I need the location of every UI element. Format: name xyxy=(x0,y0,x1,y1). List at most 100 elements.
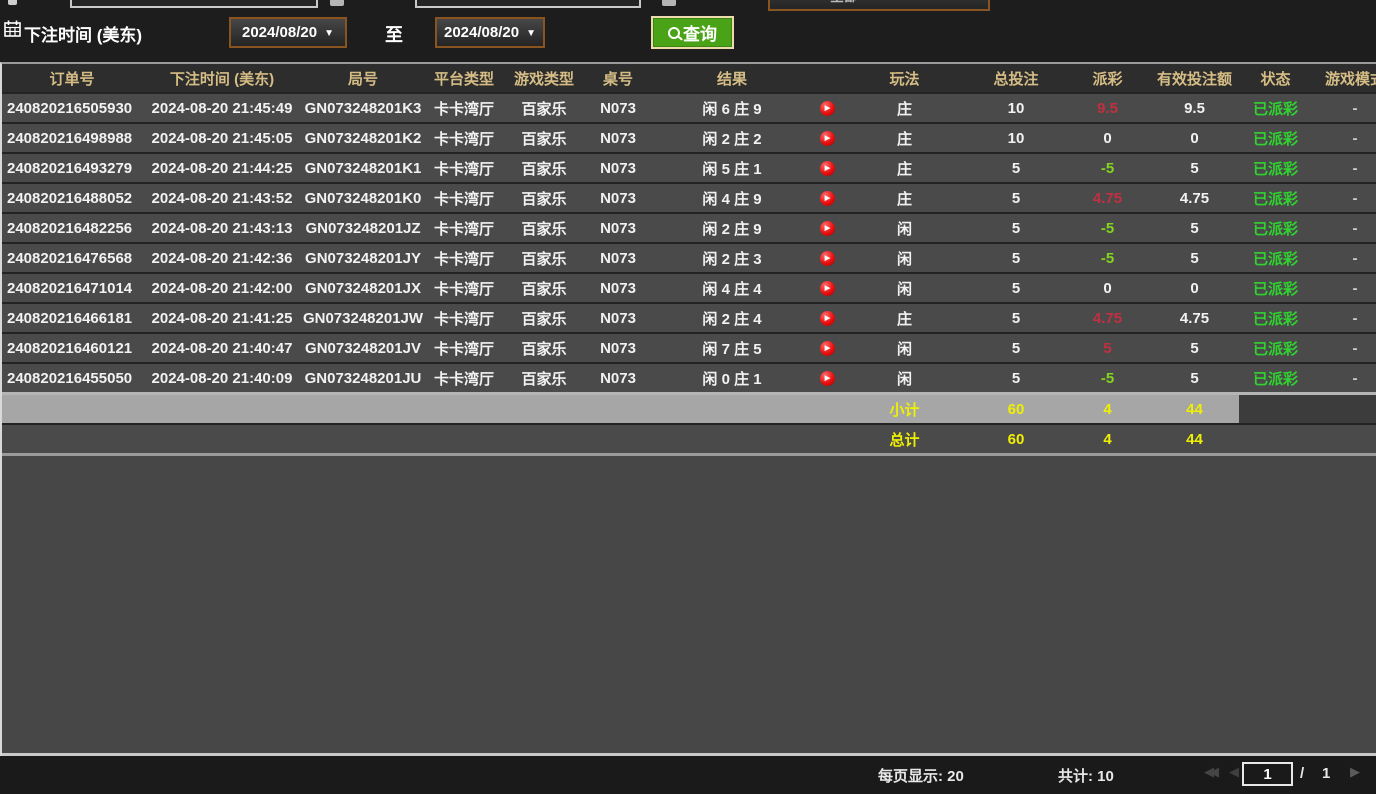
page-number-input[interactable] xyxy=(1242,762,1293,786)
bet-time: 2024-08-20 21:40:09 xyxy=(142,364,302,392)
play-video-icon[interactable]: ▶ xyxy=(820,101,835,116)
table-row: 2408202164880522024-08-20 21:43:52GN0732… xyxy=(2,182,1376,212)
query-button[interactable]: 查询 xyxy=(651,16,734,49)
subtotal-payout: 4 xyxy=(1065,395,1150,423)
col-header-spacer xyxy=(812,64,842,92)
prev-page-icon[interactable]: ◀ xyxy=(1229,764,1239,780)
result-text: 闲 4 庄 4 xyxy=(652,274,812,302)
order-number: 240820216460121 xyxy=(2,334,142,362)
date-to-select[interactable]: 2024/08/20 ▼ xyxy=(435,17,545,48)
result-play-cell: ▶ xyxy=(812,94,842,122)
valid-bet-amount: 4.75 xyxy=(1150,184,1239,212)
play-video-icon[interactable]: ▶ xyxy=(820,281,835,296)
bet-time: 2024-08-20 21:43:13 xyxy=(142,214,302,242)
col-header-game-type: 游戏类型 xyxy=(504,64,584,92)
payout-amount: -5 xyxy=(1065,214,1150,242)
chevron-down-icon: ▼ xyxy=(526,28,536,39)
platform-type: 卡卡湾厅 xyxy=(424,274,504,302)
bet-time: 2024-08-20 21:44:25 xyxy=(142,154,302,182)
play-video-icon[interactable]: ▶ xyxy=(820,371,835,386)
order-number: 240820216498988 xyxy=(2,124,142,152)
page-total: 1 xyxy=(1322,765,1330,782)
col-header-order: 订单号 xyxy=(2,64,142,92)
game-type: 百家乐 xyxy=(504,244,584,272)
bet-time: 2024-08-20 21:41:25 xyxy=(142,304,302,332)
play-video-icon[interactable]: ▶ xyxy=(820,131,835,146)
play-video-icon[interactable]: ▶ xyxy=(820,251,835,266)
valid-bet-amount: 5 xyxy=(1150,244,1239,272)
result-play-cell: ▶ xyxy=(812,364,842,392)
total-bet: 5 xyxy=(967,364,1065,392)
table-row: 2408202164765682024-08-20 21:42:36GN0732… xyxy=(2,242,1376,272)
result-play-cell: ▶ xyxy=(812,244,842,272)
play-video-icon[interactable]: ▶ xyxy=(820,191,835,206)
payout-amount: 4.75 xyxy=(1065,304,1150,332)
status-badge: 已派彩 xyxy=(1239,154,1312,182)
platform-type: 卡卡湾厅 xyxy=(424,364,504,392)
platform-type: 卡卡湾厅 xyxy=(424,214,504,242)
table-row: 2408202164601212024-08-20 21:40:47GN0732… xyxy=(2,332,1376,362)
result-text: 闲 7 庄 5 xyxy=(652,334,812,362)
round-id: GN073248201K0 xyxy=(302,184,424,212)
game-mode: - xyxy=(1312,364,1376,392)
game-type: 百家乐 xyxy=(504,364,584,392)
col-header-payout: 派彩 xyxy=(1065,64,1150,92)
col-header-valid-bet: 有效投注额 xyxy=(1150,64,1239,92)
platform-type: 卡卡湾厅 xyxy=(424,184,504,212)
table-row: 2408202165059302024-08-20 21:45:49GN0732… xyxy=(2,92,1376,122)
play-type: 闲 xyxy=(842,364,967,392)
table-number: N073 xyxy=(584,154,652,182)
round-id: GN073248201JX xyxy=(302,274,424,302)
game-mode: - xyxy=(1312,184,1376,212)
valid-bet-amount: 5 xyxy=(1150,214,1239,242)
status-badge: 已派彩 xyxy=(1239,334,1312,362)
play-video-icon[interactable]: ▶ xyxy=(820,341,835,356)
filter-input-1[interactable] xyxy=(70,0,318,8)
result-text: 闲 6 庄 9 xyxy=(652,94,812,122)
play-type: 庄 xyxy=(842,184,967,212)
table-row: 2408202164661812024-08-20 21:41:25GN0732… xyxy=(2,302,1376,332)
total-bet: 5 xyxy=(967,214,1065,242)
total-bet: 5 xyxy=(967,274,1065,302)
game-type: 百家乐 xyxy=(504,274,584,302)
result-play-cell: ▶ xyxy=(812,304,842,332)
payout-amount: -5 xyxy=(1065,364,1150,392)
next-page-icon[interactable]: ▶ xyxy=(1350,764,1360,780)
game-mode: - xyxy=(1312,154,1376,182)
table-header-row: 订单号 下注时间 (美东) 局号 平台类型 游戏类型 桌号 结果 玩法 总投注 … xyxy=(2,64,1376,92)
bet-time-filter-row: 下注时间 (美东) 2024/08/20 ▼ 至 2024/08/20 ▼ 查询 xyxy=(0,14,1376,54)
total-bet: 5 xyxy=(967,244,1065,272)
grand-total-payout: 4 xyxy=(1065,425,1150,453)
play-video-icon[interactable]: ▶ xyxy=(820,311,835,326)
play-type: 庄 xyxy=(842,124,967,152)
table-row: 2408202164822562024-08-20 21:43:13GN0732… xyxy=(2,212,1376,242)
query-button-label: 查询 xyxy=(683,20,717,45)
filter-field-icon xyxy=(330,0,344,6)
game-mode: - xyxy=(1312,124,1376,152)
platform-type: 卡卡湾厅 xyxy=(424,304,504,332)
result-text: 闲 4 庄 9 xyxy=(652,184,812,212)
col-header-result: 结果 xyxy=(652,64,812,92)
status-badge: 已派彩 xyxy=(1239,244,1312,272)
filter-select[interactable]: 全部 ▼ xyxy=(768,0,990,11)
calendar-icon xyxy=(4,20,21,38)
col-header-game-mode: 游戏模式 xyxy=(1312,64,1376,92)
bet-time: 2024-08-20 21:43:52 xyxy=(142,184,302,212)
status-badge: 已派彩 xyxy=(1239,124,1312,152)
filter-input-2[interactable] xyxy=(415,0,641,8)
play-type: 闲 xyxy=(842,274,967,302)
date-from-select[interactable]: 2024/08/20 ▼ xyxy=(229,17,347,48)
first-page-icon[interactable]: ◀◀ xyxy=(1204,764,1214,780)
order-number: 240820216493279 xyxy=(2,154,142,182)
result-play-cell: ▶ xyxy=(812,274,842,302)
play-video-icon[interactable]: ▶ xyxy=(820,221,835,236)
game-mode: - xyxy=(1312,214,1376,242)
result-text: 闲 2 庄 2 xyxy=(652,124,812,152)
total-bet: 10 xyxy=(967,124,1065,152)
play-video-icon[interactable]: ▶ xyxy=(820,161,835,176)
round-id: GN073248201JV xyxy=(302,334,424,362)
status-badge: 已派彩 xyxy=(1239,364,1312,392)
total-bet: 5 xyxy=(967,184,1065,212)
bet-records-table: 订单号 下注时间 (美东) 局号 平台类型 游戏类型 桌号 结果 玩法 总投注 … xyxy=(0,62,1376,756)
result-play-cell: ▶ xyxy=(812,184,842,212)
